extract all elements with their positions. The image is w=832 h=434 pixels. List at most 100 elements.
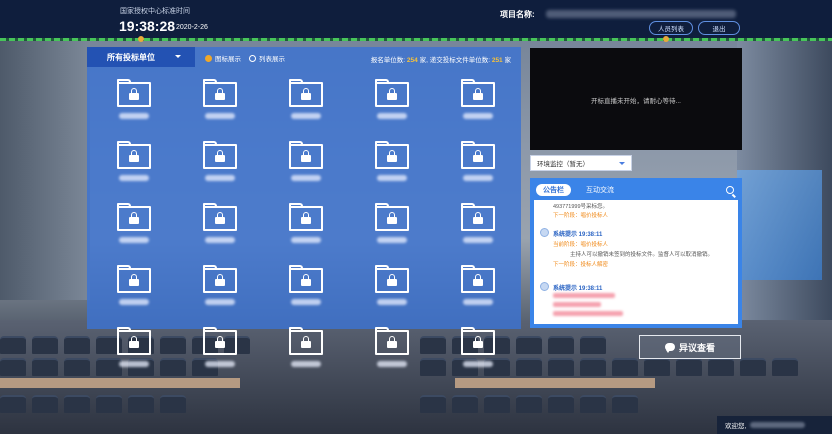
avatar: [540, 228, 549, 237]
locked-folder-icon: [289, 203, 323, 231]
bidder-name-redacted: [463, 361, 493, 367]
timeline-marker: [663, 36, 669, 42]
objection-view-button[interactable]: 异议查看: [639, 335, 741, 359]
bidder-folder[interactable]: [277, 73, 337, 131]
bidder-folder[interactable]: [277, 259, 337, 317]
locked-folder-icon: [203, 327, 237, 355]
header-bar: 国家授权中心标准时间 19:38:28 2020-2-26 项目名称: 人员列表…: [0, 0, 832, 42]
bidder-folder[interactable]: [363, 259, 423, 317]
list-item: 系统提示 19:38:11: [534, 282, 738, 324]
bidder-folder[interactable]: [449, 259, 509, 317]
search-icon[interactable]: [726, 186, 734, 194]
redacted-line: [553, 293, 615, 298]
seat-row: [420, 336, 606, 354]
tab-interaction[interactable]: 互动交流: [579, 184, 621, 196]
lock-icon: [473, 88, 483, 100]
lock-icon: [129, 274, 139, 286]
locked-folder-icon: [117, 141, 151, 169]
view-option-icons[interactable]: 图标展示: [205, 53, 241, 63]
bidder-folder[interactable]: [277, 197, 337, 255]
lock-icon: [301, 212, 311, 224]
lock-icon: [387, 150, 397, 162]
bidder-folder[interactable]: [363, 197, 423, 255]
bidders-panel: 所有投标单位 图标展示 列表展示 报名单位数: 254 家, 递交投标文件单位数…: [87, 47, 521, 367]
lock-icon: [215, 212, 225, 224]
bidder-folder[interactable]: [105, 259, 165, 317]
personnel-list-button[interactable]: 人员列表: [649, 21, 693, 35]
bidder-folder[interactable]: [191, 135, 251, 193]
lock-icon: [215, 274, 225, 286]
bidder-name-redacted: [377, 299, 407, 305]
locked-folder-icon: [461, 265, 495, 293]
bidder-name-redacted: [291, 113, 321, 119]
view-option-list[interactable]: 列表展示: [249, 53, 285, 63]
submitted-count-label: 递交投标文件单位数:: [429, 57, 491, 64]
bidder-folder[interactable]: [277, 321, 337, 379]
bidder-name-redacted: [377, 237, 407, 243]
locked-folder-icon: [375, 203, 409, 231]
view-option-label: 图标展示: [215, 56, 241, 63]
lock-icon: [215, 150, 225, 162]
lock-icon: [129, 336, 139, 348]
bidder-folder[interactable]: [363, 135, 423, 193]
bidder-name-redacted: [291, 299, 321, 305]
welcome-bar: 欢迎您,: [717, 416, 832, 434]
bidder-folder[interactable]: [105, 135, 165, 193]
announcement-panel: 公告栏 互动交流 493771999号采标您。 下一阶段：唱价投标人 系统提示 …: [530, 178, 742, 328]
environment-monitor-value: 环境监控（暂无）: [537, 161, 589, 168]
bidder-name-redacted: [377, 113, 407, 119]
locked-folder-icon: [203, 203, 237, 231]
clock-time: 19:38:28: [119, 18, 176, 34]
message-line: 当前阶段：唱价投标人: [553, 242, 609, 248]
bidder-folder[interactable]: [449, 197, 509, 255]
bidder-folder[interactable]: [363, 73, 423, 131]
bidder-folder[interactable]: [105, 73, 165, 131]
bidder-name-redacted: [463, 299, 493, 305]
bidder-folder[interactable]: [449, 135, 509, 193]
lock-icon: [473, 212, 483, 224]
timeline-marker: [138, 36, 144, 42]
lock-icon: [473, 150, 483, 162]
locked-folder-icon: [289, 327, 323, 355]
room-wall-left: [0, 40, 90, 300]
live-video-player[interactable]: 开标直播未开始，请耐心等待...: [530, 48, 742, 150]
bidder-folder[interactable]: [363, 321, 423, 379]
message-line: 下一阶段：投标人解密: [553, 262, 609, 268]
redacted-line: [553, 311, 623, 316]
clock-date: 2020-2-26: [176, 24, 208, 31]
locked-folder-icon: [203, 265, 237, 293]
bidder-folder[interactable]: [277, 135, 337, 193]
tab-bulletin[interactable]: 公告栏: [536, 184, 571, 196]
bidder-folder[interactable]: [191, 259, 251, 317]
bidder-folder[interactable]: [105, 197, 165, 255]
message-line: 下一阶段：唱价投标人: [553, 213, 609, 219]
lock-icon: [215, 336, 225, 348]
bidder-folder[interactable]: [105, 321, 165, 379]
bidder-folder[interactable]: [191, 321, 251, 379]
bidder-folder[interactable]: [191, 197, 251, 255]
lock-icon: [473, 274, 483, 286]
registered-count: 254: [406, 57, 418, 64]
bidder-folder[interactable]: [191, 73, 251, 131]
bidder-name-redacted: [119, 175, 149, 181]
bidder-name-redacted: [291, 175, 321, 181]
registered-count-unit: 家,: [419, 57, 428, 64]
bidder-unit-dropdown[interactable]: 所有投标单位: [87, 47, 195, 67]
bidder-name-redacted: [119, 299, 149, 305]
list-item: 493771999号采标您。 下一阶段：唱价投标人: [534, 200, 738, 224]
message-line: 主持人可以撤销未签到的投标文件。监督人可以取消撤销。: [570, 252, 714, 258]
lock-icon: [301, 150, 311, 162]
exit-button[interactable]: 退出: [698, 21, 740, 35]
bidder-name-redacted: [205, 175, 235, 181]
project-name-label: 项目名称:: [500, 10, 535, 19]
bidder-name-redacted: [205, 361, 235, 367]
bidder-counts: 报名单位数: 254 家, 递交投标文件单位数: 251 家: [371, 54, 511, 64]
room-desk: [455, 378, 655, 388]
locked-folder-icon: [289, 141, 323, 169]
lock-icon: [301, 274, 311, 286]
environment-monitor-select[interactable]: 环境监控（暂无）: [530, 155, 632, 171]
bidder-folder[interactable]: [449, 73, 509, 131]
bidder-folder[interactable]: [449, 321, 509, 379]
announcement-feed[interactable]: 493771999号采标您。 下一阶段：唱价投标人 系统提示 19:38:11 …: [534, 200, 738, 324]
locked-folder-icon: [461, 203, 495, 231]
